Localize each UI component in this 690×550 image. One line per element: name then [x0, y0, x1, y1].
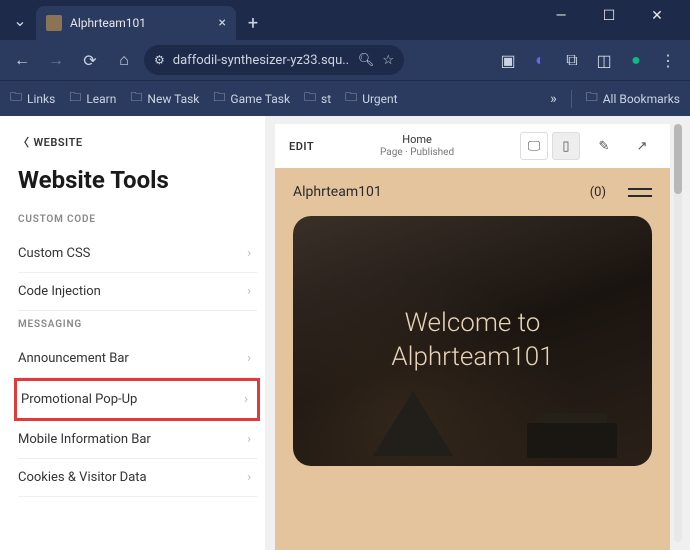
- hero-section: Welcome to Alphrteam101: [293, 216, 652, 466]
- folder-icon: 🗀: [213, 88, 225, 109]
- hero-text: Welcome to Alphrteam101: [391, 307, 553, 375]
- bookmark-folder[interactable]: 🗀Links: [10, 88, 55, 109]
- folder-icon: 🗀: [586, 88, 598, 109]
- url-bar[interactable]: ⚙ daffodil-synthesizer-yz33.squ... 🔍︎ ☆: [144, 45, 404, 75]
- favicon-icon: [46, 15, 62, 31]
- window-controls: — ☐ ✕: [540, 2, 690, 40]
- bookmarks-bar: 🗀Links 🗀Learn 🗀New Task 🗀Game Task 🗀st 🗀…: [0, 80, 690, 116]
- chevron-right-icon: ›: [244, 392, 248, 407]
- home-button[interactable]: ⌂: [110, 46, 138, 74]
- chevron-right-icon: ›: [247, 284, 251, 299]
- chevron-right-icon: ›: [247, 351, 251, 366]
- sidebar: 〈 WEBSITE Website Tools CUSTOM CODE Cust…: [0, 116, 265, 550]
- sidebar-title: Website Tools: [18, 166, 257, 194]
- cart-count[interactable]: (0): [590, 185, 606, 200]
- folder-icon: 🗀: [130, 88, 142, 109]
- extension-icon-1[interactable]: ▣: [494, 46, 522, 74]
- chevron-right-icon: ›: [247, 470, 251, 485]
- edit-button[interactable]: EDIT: [289, 140, 314, 153]
- folder-icon: 🗀: [304, 88, 316, 109]
- menu-item-announcement-bar[interactable]: Announcement Bar›: [18, 340, 257, 378]
- menu-item-promotional-popup[interactable]: Promotional Pop-Up›: [21, 381, 254, 418]
- extension-icon-2[interactable]: ◐: [526, 46, 554, 74]
- site-name[interactable]: Alphrteam101: [293, 184, 382, 200]
- decorative-pyramid: [373, 391, 453, 456]
- style-button[interactable]: ✎: [590, 132, 618, 160]
- browser-menu-icon[interactable]: ⋮: [654, 46, 682, 74]
- star-icon[interactable]: ☆: [382, 53, 394, 68]
- minimize-button[interactable]: —: [540, 2, 582, 30]
- folder-icon: 🗀: [69, 88, 81, 109]
- preview-toolbar: EDIT Home Page · Published 🖵 ▯ ✎ ↗: [275, 124, 670, 168]
- separator: [571, 90, 572, 108]
- sidepanel-button[interactable]: ◫: [590, 46, 618, 74]
- decorative-books: [527, 423, 617, 458]
- url-text: daffodil-synthesizer-yz33.squ...: [173, 53, 350, 68]
- site-settings-icon[interactable]: ⚙: [154, 53, 165, 67]
- new-tab-button[interactable]: +: [238, 13, 268, 34]
- profile-icon[interactable]: ●: [622, 46, 650, 74]
- page-content: 〈 WEBSITE Website Tools CUSTOM CODE Cust…: [0, 116, 690, 550]
- close-icon[interactable]: ×: [219, 15, 226, 31]
- section-label: CUSTOM CODE: [18, 214, 257, 225]
- page-status: Page · Published: [324, 147, 510, 159]
- page-info[interactable]: Home Page · Published: [324, 133, 510, 158]
- chevron-right-icon: ›: [247, 432, 251, 447]
- scrollbar-track[interactable]: [674, 124, 682, 542]
- tab-title: Alphrteam101: [70, 16, 211, 30]
- folder-icon: 🗀: [10, 88, 22, 109]
- mobile-view-button[interactable]: ▯: [552, 132, 580, 160]
- section-label: MESSAGING: [18, 319, 257, 330]
- expand-button[interactable]: ↗: [628, 132, 656, 160]
- close-window-button[interactable]: ✕: [636, 2, 678, 30]
- menu-item-mobile-info-bar[interactable]: Mobile Information Bar›: [18, 421, 257, 459]
- browser-toolbar: ← → ⟳ ⌂ ⚙ daffodil-synthesizer-yz33.squ.…: [0, 40, 690, 80]
- bookmarks-overflow-button[interactable]: »: [550, 91, 557, 107]
- maximize-button[interactable]: ☐: [588, 2, 630, 30]
- page-title: Home: [324, 133, 510, 146]
- preview-area: EDIT Home Page · Published 🖵 ▯ ✎ ↗ Alphr…: [265, 116, 690, 550]
- menu-item-code-injection[interactable]: Code Injection›: [18, 273, 257, 311]
- chevron-left-icon: 〈: [18, 134, 30, 150]
- bookmark-folder[interactable]: 🗀Game Task: [213, 88, 290, 109]
- window-titlebar: ⌄ Alphrteam101 × + — ☐ ✕: [0, 0, 690, 40]
- site-header: Alphrteam101 (0): [275, 168, 670, 216]
- chevron-right-icon: ›: [247, 246, 251, 261]
- highlighted-menu-item: Promotional Pop-Up›: [14, 378, 260, 421]
- hamburger-menu-icon[interactable]: [628, 188, 652, 197]
- bookmark-folder[interactable]: 🗀New Task: [130, 88, 199, 109]
- reload-button[interactable]: ⟳: [76, 46, 104, 74]
- all-bookmarks-button[interactable]: 🗀All Bookmarks: [586, 88, 680, 109]
- extensions-button[interactable]: ⧉: [558, 46, 586, 74]
- menu-item-cookies-visitor[interactable]: Cookies & Visitor Data›: [18, 459, 257, 497]
- menu-item-custom-css[interactable]: Custom CSS›: [18, 235, 257, 273]
- site-preview-frame: Alphrteam101 (0) Welcome to Alphrteam101: [275, 168, 670, 550]
- bookmark-folder[interactable]: 🗀Urgent: [345, 88, 397, 109]
- back-to-website-link[interactable]: 〈 WEBSITE: [18, 134, 257, 150]
- browser-menu-button[interactable]: ⌄: [8, 6, 32, 34]
- folder-icon: 🗀: [345, 88, 357, 109]
- scrollbar-thumb[interactable]: [674, 124, 682, 194]
- desktop-view-button[interactable]: 🖵: [520, 132, 548, 160]
- bookmark-folder[interactable]: 🗀Learn: [69, 88, 116, 109]
- forward-button[interactable]: →: [42, 46, 70, 74]
- back-button[interactable]: ←: [8, 46, 36, 74]
- bookmark-folder[interactable]: 🗀st: [304, 88, 331, 109]
- browser-tab[interactable]: Alphrteam101 ×: [36, 6, 236, 40]
- zoom-icon[interactable]: 🔍︎: [358, 53, 375, 68]
